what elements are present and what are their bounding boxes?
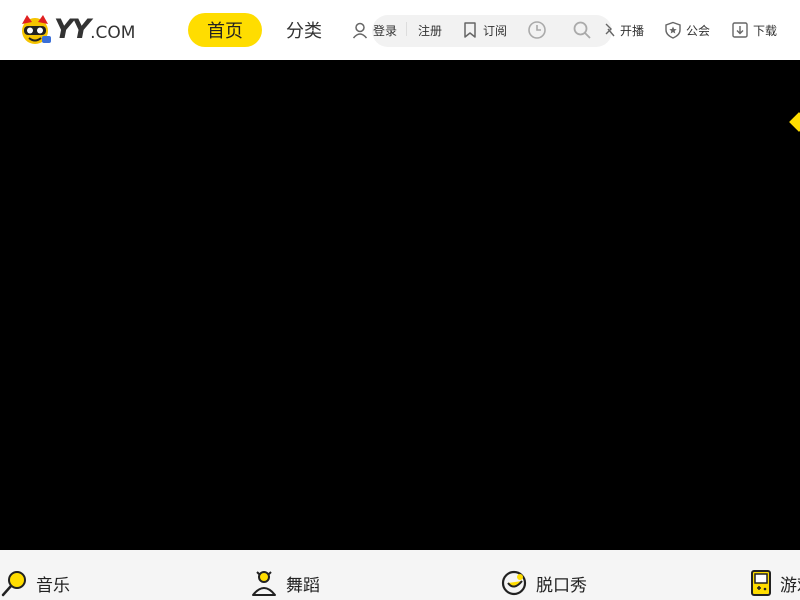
category-label: 舞蹈 — [286, 575, 320, 595]
yy-mascot-icon — [22, 15, 51, 44]
shield-star-icon — [665, 21, 681, 39]
guild-link[interactable]: 公会 — [664, 17, 710, 43]
category-label: 脱口秀 — [536, 575, 587, 595]
subscribe-label: 订阅 — [483, 23, 508, 38]
category-music[interactable]: 音乐 — [0, 566, 70, 600]
login-divider — [406, 22, 407, 36]
download-label: 下载 — [753, 23, 778, 38]
login-label: 登录 — [373, 23, 398, 38]
clock-icon — [528, 21, 546, 39]
register-label: 注册 — [418, 23, 443, 38]
category-game[interactable]: 游戏 — [750, 566, 800, 600]
category-label: 音乐 — [36, 575, 70, 595]
download-icon — [732, 22, 748, 38]
category-label: 游戏 — [780, 575, 800, 595]
logo-yy-text: YY — [54, 13, 91, 45]
nav-home[interactable]: 首页 — [188, 13, 262, 47]
yy-logo[interactable]: YY .COM — [18, 11, 135, 47]
register-link[interactable]: 注册 — [414, 17, 442, 43]
top-header: YY .COM 首页 分类 登录 注册 订阅 开播 公会 下载 — [0, 0, 800, 60]
logo-com-text: .COM — [90, 22, 136, 43]
dancer-icon — [252, 571, 276, 596]
category-bar: 音乐 舞蹈 脱口秀 游戏 — [0, 550, 800, 600]
search-icon — [573, 21, 591, 39]
subscribe-link[interactable]: 订阅 — [461, 17, 507, 43]
smile-icon — [501, 570, 527, 596]
bookmark-icon — [464, 22, 476, 38]
gamepad-icon — [751, 570, 771, 596]
video-player[interactable] — [0, 60, 800, 550]
user-icon — [352, 22, 368, 39]
category-dance[interactable]: 舞蹈 — [250, 566, 320, 600]
category-talkshow[interactable]: 脱口秀 — [500, 566, 587, 600]
guild-label: 公会 — [686, 23, 711, 38]
microphone-icon — [1, 571, 26, 597]
side-expand-arrow[interactable] — [789, 112, 800, 132]
broadcast-icon — [605, 23, 615, 37]
search-button[interactable] — [572, 17, 592, 43]
broadcast-link[interactable]: 开播 — [602, 17, 644, 43]
download-link[interactable]: 下载 — [731, 17, 777, 43]
login-link[interactable]: 登录 — [351, 17, 397, 43]
history-button[interactable] — [527, 17, 547, 43]
nav-category[interactable]: 分类 — [286, 13, 322, 47]
broadcast-label: 开播 — [620, 23, 645, 38]
